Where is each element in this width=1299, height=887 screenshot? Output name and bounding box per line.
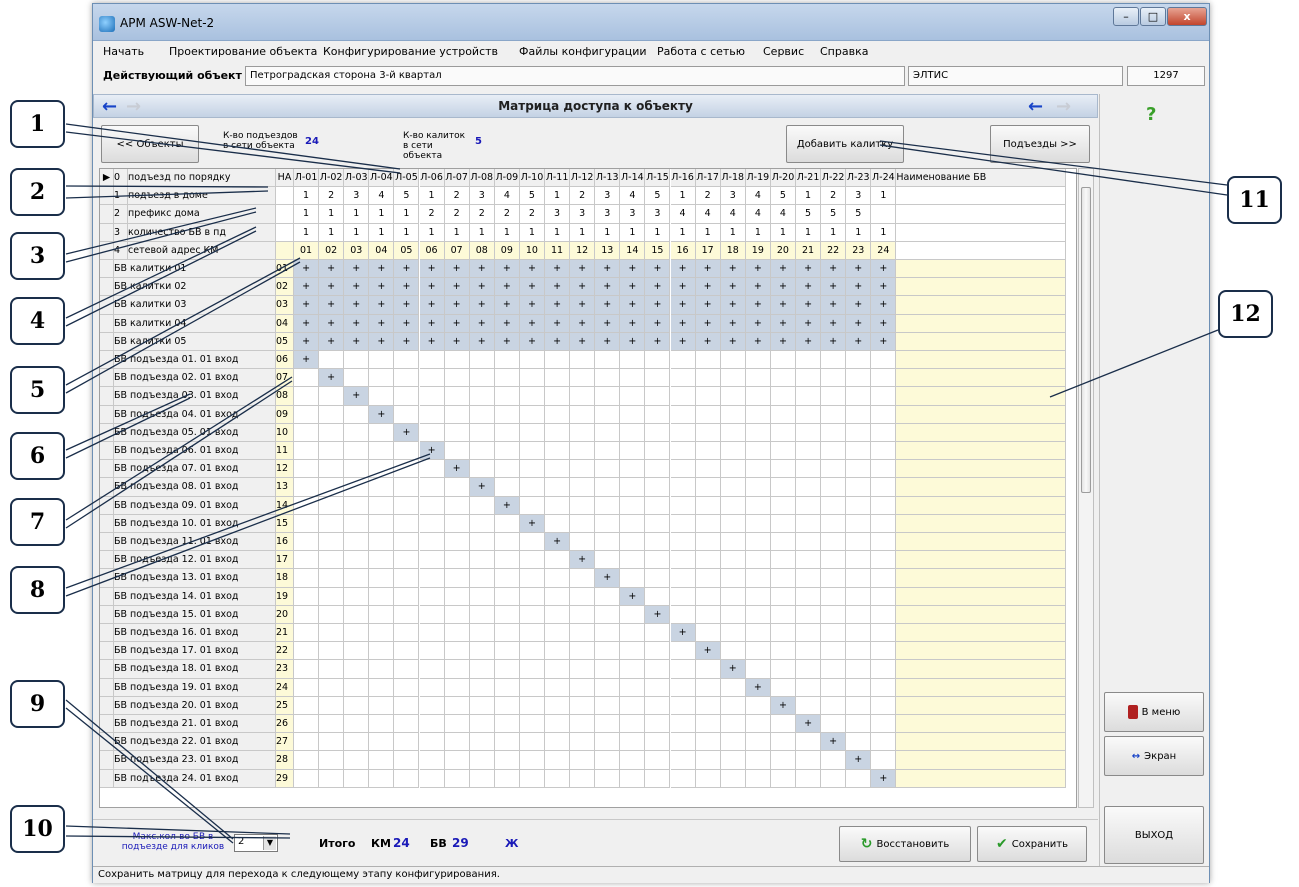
callout-8: 8 bbox=[10, 566, 65, 614]
callout-3: 3 bbox=[10, 232, 65, 280]
callout-10: 10 bbox=[10, 805, 65, 853]
callout-6: 6 bbox=[10, 432, 65, 480]
callout-9: 9 bbox=[10, 680, 65, 728]
callout-7: 7 bbox=[10, 498, 65, 546]
callout-11: 11 bbox=[1227, 176, 1282, 224]
callout-2: 2 bbox=[10, 168, 65, 216]
callout-lines bbox=[65, 123, 1228, 844]
callout-12: 12 bbox=[1218, 290, 1273, 338]
callout-5: 5 bbox=[10, 366, 65, 414]
callout-4: 4 bbox=[10, 297, 65, 345]
callout-1: 1 bbox=[10, 100, 65, 148]
